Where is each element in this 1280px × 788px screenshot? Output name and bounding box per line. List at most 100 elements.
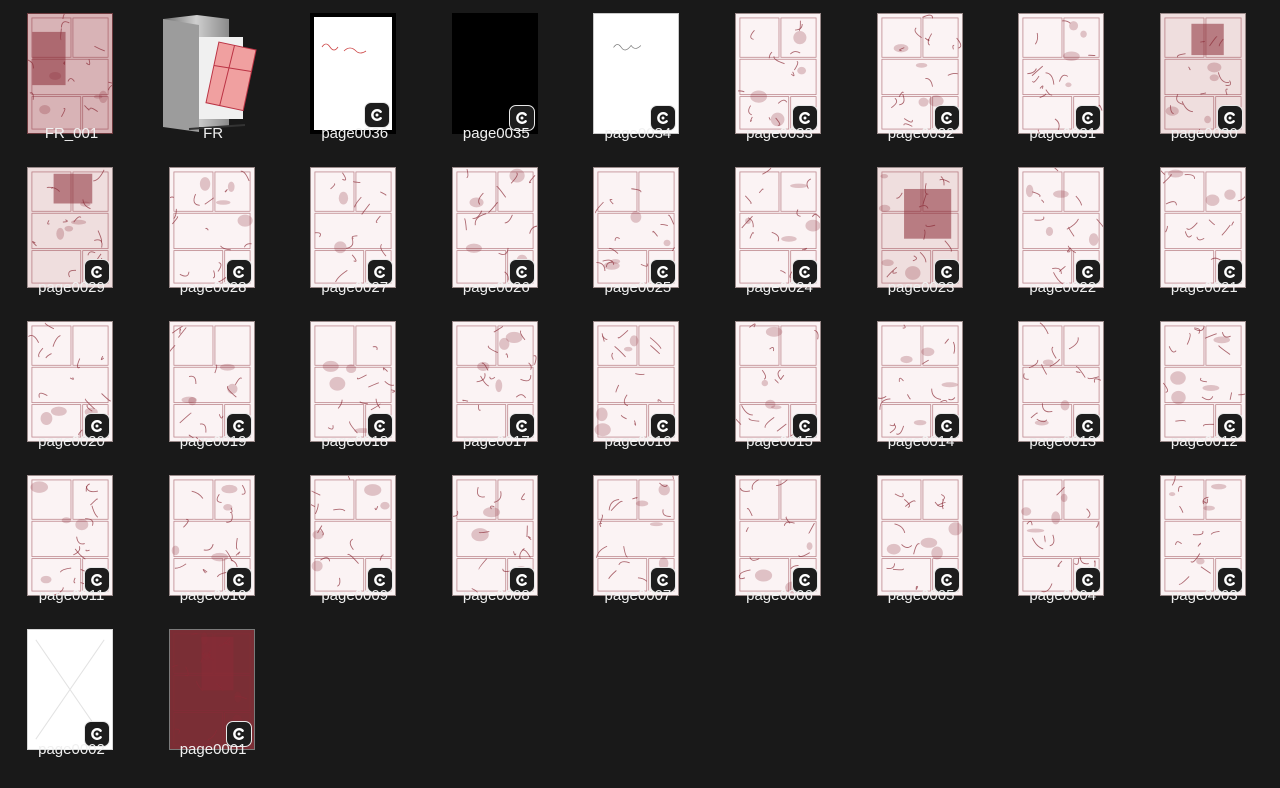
page-thumbnail bbox=[1018, 13, 1105, 134]
file-name: page0023 bbox=[887, 279, 955, 296]
file-item[interactable]: page0024 bbox=[709, 155, 850, 305]
file-name: page0033 bbox=[746, 125, 813, 142]
file-name: page0013 bbox=[1029, 433, 1097, 450]
file-item[interactable]: page0012 bbox=[1134, 309, 1275, 459]
file-item[interactable]: page0036 bbox=[284, 1, 425, 151]
page-thumbnail bbox=[876, 167, 963, 288]
file-item[interactable]: page0015 bbox=[709, 309, 850, 459]
file-name: page0022 bbox=[1029, 279, 1097, 296]
folder-icon bbox=[159, 11, 259, 132]
folder-item[interactable]: FR bbox=[143, 1, 284, 151]
file-item[interactable]: page0030 bbox=[1134, 1, 1275, 151]
file-name: page0003 bbox=[1170, 587, 1238, 604]
file-item[interactable]: page0019 bbox=[143, 309, 284, 459]
page-thumbnail bbox=[451, 475, 538, 596]
file-name: FR bbox=[203, 125, 224, 142]
page-thumbnail bbox=[593, 167, 680, 288]
file-name: page0016 bbox=[604, 433, 672, 450]
page-thumbnail bbox=[27, 475, 113, 596]
file-item[interactable]: page0032 bbox=[851, 1, 992, 151]
page-thumbnail bbox=[27, 13, 113, 134]
file-name: page0006 bbox=[746, 587, 813, 604]
file-item[interactable]: page0026 bbox=[426, 155, 567, 305]
file-item[interactable]: page0031 bbox=[992, 1, 1133, 151]
file-item[interactable]: page0009 bbox=[284, 463, 425, 613]
file-name: page0007 bbox=[604, 587, 672, 604]
file-name: page0021 bbox=[1170, 279, 1238, 296]
page-thumbnail bbox=[593, 321, 680, 442]
file-name: page0024 bbox=[746, 279, 813, 296]
file-name: page0004 bbox=[1029, 587, 1097, 604]
page-thumbnail bbox=[876, 321, 963, 442]
file-item[interactable]: page0023 bbox=[851, 155, 992, 305]
file-item[interactable]: page0035 bbox=[426, 1, 567, 151]
page-thumbnail bbox=[735, 475, 821, 596]
file-item[interactable]: page0022 bbox=[992, 155, 1133, 305]
file-name: page0032 bbox=[887, 125, 955, 142]
file-name: page0010 bbox=[179, 587, 247, 604]
file-name: page0030 bbox=[1170, 125, 1238, 142]
file-item[interactable]: page0010 bbox=[143, 463, 284, 613]
file-item[interactable]: FR_001 bbox=[1, 1, 142, 151]
file-item[interactable]: page0007 bbox=[567, 463, 708, 613]
page-thumbnail bbox=[451, 167, 538, 288]
page-thumbnail bbox=[310, 475, 397, 596]
page-thumbnail bbox=[168, 167, 255, 288]
file-item[interactable]: page0028 bbox=[143, 155, 284, 305]
file-name: page0026 bbox=[462, 279, 530, 296]
file-item[interactable]: page0025 bbox=[567, 155, 708, 305]
file-name: page0029 bbox=[38, 279, 105, 296]
file-name: page0014 bbox=[887, 433, 955, 450]
page-thumbnail bbox=[1159, 13, 1246, 134]
file-item[interactable]: page0020 bbox=[1, 309, 142, 459]
page-thumbnail bbox=[876, 475, 963, 596]
file-grid: FR_001 FR page0036 page0035 page0034 page003… bbox=[0, 0, 1280, 788]
file-item[interactable]: page0002 bbox=[1, 617, 142, 767]
file-name: page0011 bbox=[38, 587, 105, 604]
file-name: page0017 bbox=[462, 433, 530, 450]
file-item[interactable]: page0029 bbox=[1, 155, 142, 305]
file-item[interactable]: page0021 bbox=[1134, 155, 1275, 305]
file-name: page0020 bbox=[38, 433, 105, 450]
page-thumbnail bbox=[310, 13, 397, 134]
file-item[interactable]: page0033 bbox=[709, 1, 850, 151]
file-item[interactable]: page0003 bbox=[1134, 463, 1275, 613]
file-name: page0009 bbox=[321, 587, 389, 604]
page-thumbnail bbox=[735, 167, 821, 288]
file-item[interactable]: page0006 bbox=[709, 463, 850, 613]
page-thumbnail bbox=[735, 321, 821, 442]
file-name: page0025 bbox=[604, 279, 672, 296]
file-name: FR_001 bbox=[44, 125, 99, 142]
file-item[interactable]: page0011 bbox=[1, 463, 142, 613]
file-item[interactable]: page0018 bbox=[284, 309, 425, 459]
file-item[interactable]: page0008 bbox=[426, 463, 567, 613]
page-thumbnail bbox=[1018, 475, 1105, 596]
file-item[interactable]: page0001 bbox=[143, 617, 284, 767]
page-thumbnail bbox=[876, 13, 963, 134]
page-thumbnail bbox=[451, 13, 538, 134]
file-item[interactable]: page0005 bbox=[851, 463, 992, 613]
file-name: page0008 bbox=[462, 587, 530, 604]
page-thumbnail bbox=[735, 13, 821, 134]
page-thumbnail bbox=[593, 475, 680, 596]
page-thumbnail bbox=[27, 321, 113, 442]
file-name: page0002 bbox=[38, 741, 105, 758]
page-thumbnail bbox=[451, 321, 538, 442]
file-name: page0031 bbox=[1029, 125, 1097, 142]
file-item[interactable]: page0014 bbox=[851, 309, 992, 459]
file-item[interactable]: page0016 bbox=[567, 309, 708, 459]
page-thumbnail bbox=[1018, 167, 1105, 288]
file-item[interactable]: page0004 bbox=[992, 463, 1133, 613]
file-item[interactable]: page0034 bbox=[567, 1, 708, 151]
file-item[interactable]: page0027 bbox=[284, 155, 425, 305]
file-name: page0015 bbox=[746, 433, 813, 450]
page-thumbnail bbox=[310, 167, 397, 288]
page-thumbnail bbox=[27, 167, 113, 288]
file-item[interactable]: page0017 bbox=[426, 309, 567, 459]
file-item[interactable]: page0013 bbox=[992, 309, 1133, 459]
file-name: page0012 bbox=[1170, 433, 1238, 450]
page-thumbnail bbox=[1159, 167, 1246, 288]
file-name: page0019 bbox=[179, 433, 247, 450]
page-thumbnail bbox=[168, 321, 255, 442]
page-thumbnail bbox=[593, 13, 680, 134]
